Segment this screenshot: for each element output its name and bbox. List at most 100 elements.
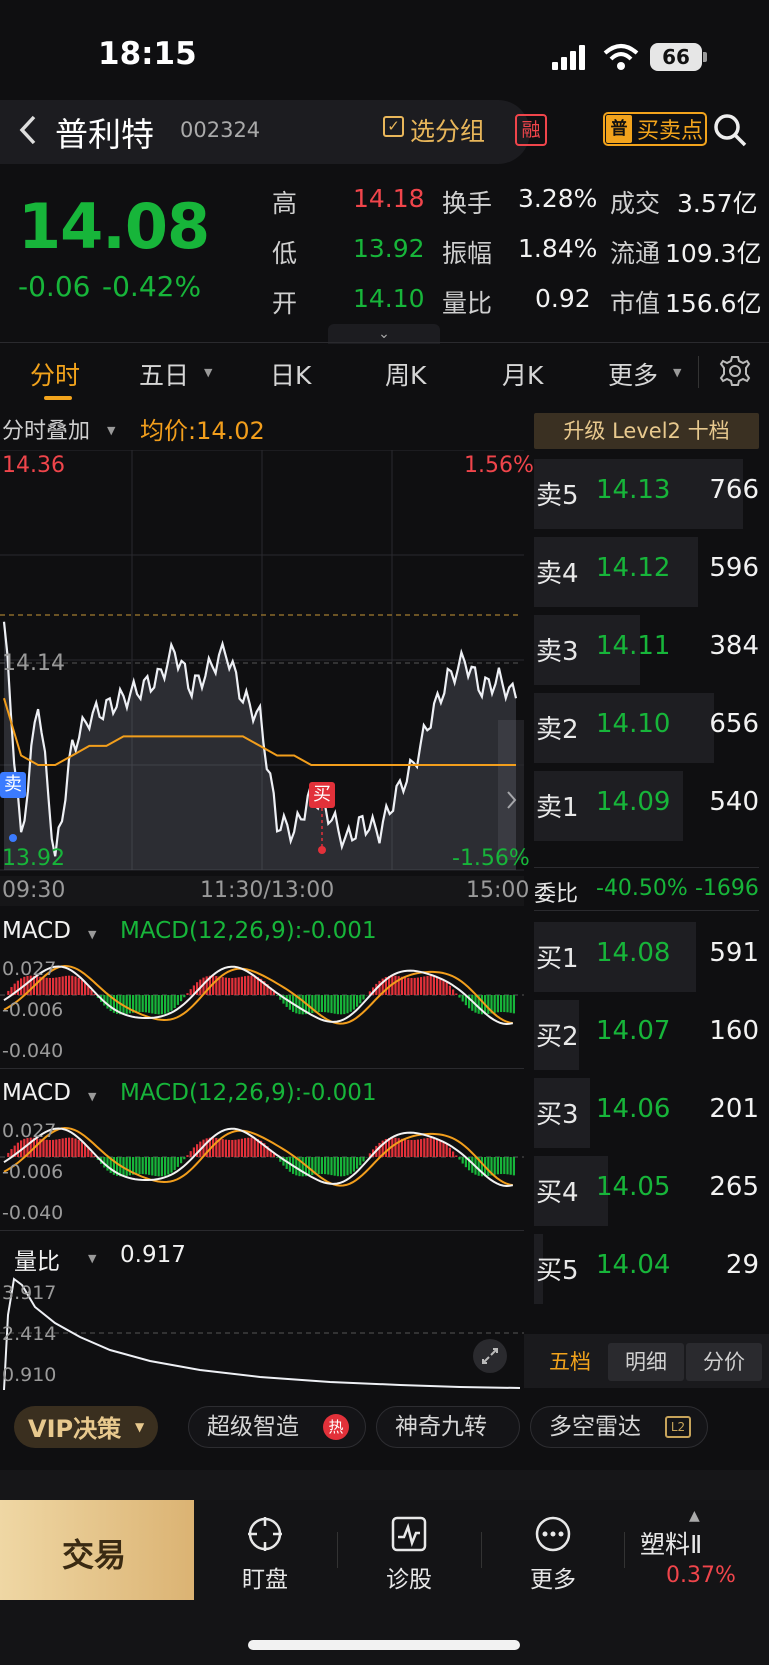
macd-histogram-bar bbox=[52, 1139, 55, 1157]
macd-histogram-bar bbox=[378, 1142, 381, 1157]
intraday-price-chart[interactable] bbox=[0, 450, 524, 880]
price-change-pct: -0.42% bbox=[102, 270, 202, 303]
macd-histogram-bar bbox=[228, 1139, 231, 1157]
bid-row[interactable]: 买1 14.08 591 bbox=[534, 918, 759, 994]
ask-row[interactable]: 卖4 14.12 596 bbox=[534, 533, 759, 609]
pulse-chart-icon[interactable] bbox=[390, 1515, 428, 1553]
ask-row[interactable]: 卖3 14.11 384 bbox=[534, 611, 759, 687]
macd-histogram-bar bbox=[64, 975, 67, 995]
macd-histogram-bar bbox=[496, 1157, 499, 1175]
buy-marker[interactable]: 买 bbox=[309, 782, 335, 808]
volume-ratio-chart[interactable] bbox=[0, 1275, 524, 1395]
macd-histogram-bar bbox=[404, 1139, 407, 1157]
tab-active-indicator bbox=[44, 396, 72, 400]
quote-volume-ratio: 0.92 bbox=[535, 284, 591, 313]
tab-daily-k[interactable]: 日K bbox=[270, 356, 311, 392]
intraday-overlay-dropdown[interactable]: 分时叠加 bbox=[2, 413, 90, 445]
macd-histogram-bar bbox=[68, 975, 71, 995]
macd-histogram-bar bbox=[141, 995, 144, 1013]
time-axis-end: 15:00 bbox=[466, 878, 530, 903]
battery-tip bbox=[703, 52, 707, 62]
sector-name[interactable]: 塑料Ⅱ bbox=[640, 1525, 702, 1561]
volume-ratio-dropdown[interactable]: 量比 bbox=[14, 1242, 60, 1276]
macd-histogram-bar bbox=[77, 1139, 80, 1157]
macd-histogram-bar bbox=[61, 1138, 64, 1157]
macd-chart[interactable] bbox=[0, 1112, 524, 1227]
tab-more[interactable]: 更多 bbox=[608, 356, 658, 392]
macd-histogram-bar bbox=[154, 995, 157, 1014]
bid-row[interactable]: 买3 14.06 201 bbox=[534, 1074, 759, 1150]
ask-row[interactable]: 卖1 14.09 540 bbox=[534, 767, 759, 843]
macd-histogram-bar bbox=[359, 995, 362, 1004]
upgrade-level2-button[interactable]: 升级 Level2 十档 bbox=[534, 413, 759, 449]
macd-histogram-bar bbox=[404, 977, 407, 995]
ask-label: 卖2 bbox=[536, 715, 579, 745]
chevron-left-icon[interactable] bbox=[16, 113, 40, 147]
tab-monthly-k[interactable]: 月K bbox=[502, 356, 543, 392]
macd-histogram-bar bbox=[164, 995, 167, 1014]
sell-point-dot bbox=[9, 834, 17, 842]
fullscreen-icon[interactable] bbox=[472, 1338, 508, 1374]
macd-histogram-bar bbox=[423, 976, 426, 995]
macd-histogram-bar bbox=[394, 1137, 397, 1157]
section-tabs-peek bbox=[0, 1470, 769, 1500]
ask-label: 卖5 bbox=[536, 481, 579, 511]
macd-indicator-dropdown[interactable]: MACD bbox=[2, 1080, 71, 1106]
price-change: -0.06 bbox=[18, 270, 91, 303]
gear-icon[interactable] bbox=[718, 354, 752, 388]
nav-more[interactable]: 更多 bbox=[503, 1560, 603, 1594]
macd-histogram-bar bbox=[173, 1157, 176, 1171]
ask-price: 14.12 bbox=[596, 553, 671, 583]
tab-separator bbox=[698, 356, 699, 388]
expand-quote-chevron-icon[interactable]: ⌄ bbox=[328, 324, 440, 344]
nav-diagnose[interactable]: 诊股 bbox=[359, 1560, 459, 1594]
macd-histogram-bar bbox=[343, 1157, 346, 1177]
ask-row[interactable]: 卖2 14.10 656 bbox=[534, 689, 759, 765]
margin-badge[interactable]: 融 bbox=[515, 114, 547, 146]
macd-histogram-bar bbox=[320, 1157, 323, 1175]
macd-histogram-bar bbox=[71, 975, 74, 995]
macd-histogram-bar bbox=[141, 1157, 144, 1175]
checkbox-icon[interactable]: ✓ bbox=[383, 116, 404, 137]
tab-five-level[interactable]: 五档 bbox=[532, 1343, 608, 1381]
panel-divider bbox=[0, 1068, 524, 1069]
macd-histogram-bar bbox=[448, 1147, 451, 1157]
macd-histogram-bar bbox=[240, 976, 243, 995]
macd-histogram-bar bbox=[333, 995, 336, 1014]
search-icon[interactable] bbox=[712, 112, 748, 148]
bid-volume: 265 bbox=[709, 1172, 759, 1202]
nav-separator bbox=[337, 1532, 338, 1568]
tab-detail[interactable]: 明细 bbox=[608, 1343, 684, 1381]
select-group-button[interactable]: 选分组 bbox=[410, 112, 485, 148]
order-book-divider bbox=[534, 867, 759, 868]
ask-volume: 656 bbox=[709, 709, 759, 739]
tab-price-distribution[interactable]: 分价 bbox=[686, 1343, 762, 1381]
crosshair-icon[interactable] bbox=[246, 1515, 284, 1553]
macd-histogram-bar bbox=[407, 977, 410, 995]
macd-histogram-bar bbox=[448, 985, 451, 995]
macd-histogram-bar bbox=[237, 1139, 240, 1157]
macd-histogram-bar bbox=[336, 995, 339, 1015]
macd-histogram-bar bbox=[144, 995, 147, 1013]
chip-magic-nine[interactable]: 神奇九转 bbox=[376, 1406, 520, 1448]
tab-five-day[interactable]: 五日 bbox=[139, 356, 189, 392]
ask-row[interactable]: 卖5 14.13 766 bbox=[534, 455, 759, 531]
ask-price: 14.13 bbox=[596, 475, 671, 505]
macd-histogram-bar bbox=[506, 995, 509, 1013]
macd-histogram-bar bbox=[42, 1139, 45, 1157]
macd-histogram-bar bbox=[359, 1157, 362, 1166]
macd-chart[interactable] bbox=[0, 950, 524, 1065]
macd-indicator-dropdown[interactable]: MACD bbox=[2, 918, 71, 944]
more-dots-icon[interactable] bbox=[534, 1515, 572, 1553]
bid-row[interactable]: 买2 14.07 160 bbox=[534, 996, 759, 1072]
tab-intraday[interactable]: 分时 bbox=[30, 356, 80, 392]
macd-histogram-bar bbox=[148, 1157, 151, 1175]
tab-weekly-k[interactable]: 周K bbox=[385, 356, 426, 392]
nav-watch[interactable]: 盯盘 bbox=[215, 1560, 315, 1594]
bid-price: 14.08 bbox=[596, 938, 671, 968]
bid-label: 买1 bbox=[536, 944, 579, 974]
bid-row[interactable]: 买5 14.04 29 bbox=[534, 1230, 759, 1306]
bid-row[interactable]: 买4 14.05 265 bbox=[534, 1152, 759, 1228]
sell-marker[interactable]: 卖 bbox=[0, 772, 26, 798]
macd-histogram-bar bbox=[330, 1157, 333, 1176]
